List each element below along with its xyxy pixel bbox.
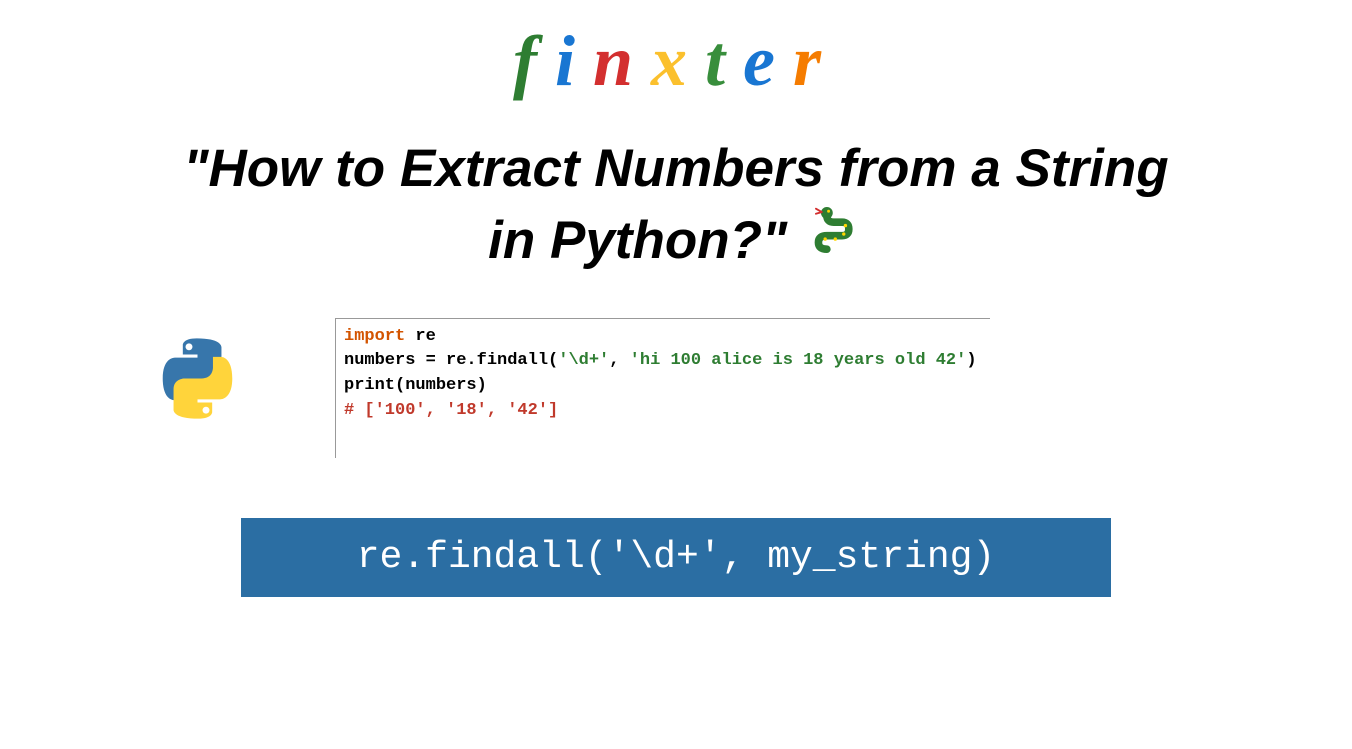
- code-snippet: import re numbers = re.findall('\d+', 'h…: [335, 318, 990, 459]
- code-module: re: [405, 327, 436, 346]
- logo-letter-r: r: [793, 21, 839, 101]
- logo-letter-n: n: [593, 21, 651, 101]
- snake-icon: [810, 207, 864, 280]
- content-row: import re numbers = re.findall('\d+', 'h…: [0, 318, 1352, 459]
- code-line-3: print(numbers): [344, 374, 982, 399]
- code-string-regex: '\d+': [558, 351, 609, 370]
- logo-letter-t: t: [705, 21, 743, 101]
- summary-code-box: re.findall('\d+', my_string): [241, 518, 1111, 597]
- logo-letter-i: i: [555, 21, 593, 101]
- code-line-4: # ['100', '18', '42']: [344, 399, 982, 424]
- title-line-2: in Python?": [488, 211, 787, 270]
- logo-letter-e: e: [743, 21, 793, 101]
- python-logo-icon: [155, 336, 240, 421]
- code-keyword: import: [344, 327, 405, 346]
- code-comment: # ['100', '18', '42']: [344, 401, 558, 420]
- brand-logo: finxter: [0, 0, 1352, 103]
- code-line-2: numbers = re.findall('\d+', 'hi 100 alic…: [344, 349, 982, 374]
- logo-letter-x: x: [651, 21, 705, 101]
- page-title: "How to Extract Numbers from a String in…: [0, 133, 1352, 280]
- summary-code-text: re.findall('\d+', my_string): [357, 536, 996, 579]
- code-line-1: import re: [344, 325, 982, 350]
- title-line-1: "How to Extract Numbers from a String: [183, 139, 1168, 198]
- code-string-input: 'hi 100 alice is 18 years old 42': [630, 351, 967, 370]
- logo-letter-f: f: [513, 21, 555, 101]
